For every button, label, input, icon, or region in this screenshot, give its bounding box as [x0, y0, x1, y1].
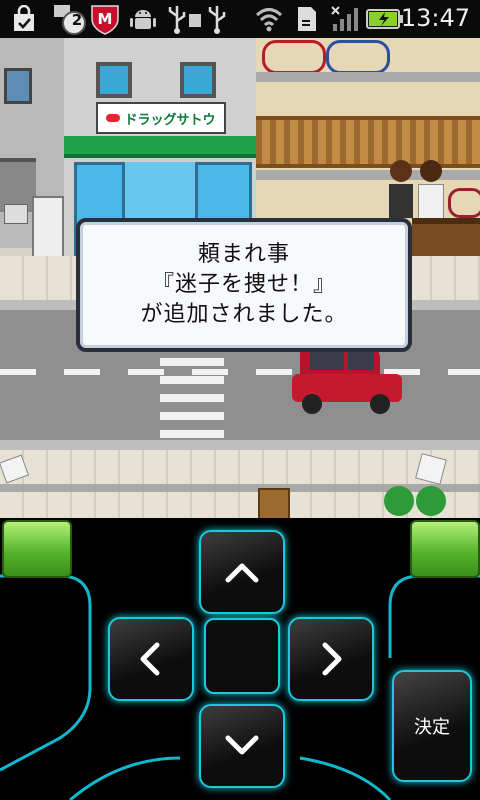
window	[4, 68, 32, 104]
bicycle-blue	[326, 40, 390, 74]
dpad-up-button[interactable]	[199, 530, 285, 614]
capsule-icon	[106, 114, 121, 122]
character-npc[interactable]	[418, 160, 444, 220]
shopping-bag-icon	[10, 4, 38, 34]
guard-rail	[256, 72, 480, 82]
dpad-down-button[interactable]	[199, 704, 285, 788]
right-arrow-icon	[322, 642, 342, 676]
wooden-fence	[256, 116, 480, 168]
usb-icon	[166, 4, 188, 34]
signal-icon	[330, 4, 360, 34]
right-shoulder-button[interactable]	[410, 520, 480, 578]
shop-sign-text: ドラッグサトウ	[124, 112, 216, 128]
notification-count: 2	[71, 11, 83, 29]
android-debug-icon	[128, 4, 158, 34]
dpad-left-button[interactable]	[108, 617, 194, 701]
down-arrow-icon	[225, 735, 259, 755]
window	[180, 62, 216, 98]
virtual-controller: 決定	[0, 518, 480, 800]
up-arrow-icon	[225, 563, 259, 583]
svg-text:M: M	[98, 10, 113, 28]
lane-marking	[0, 369, 480, 375]
guard-rail	[256, 170, 480, 180]
dialog-line-3: が追加されました。	[140, 302, 348, 327]
curb	[0, 440, 480, 450]
character-npc[interactable]	[388, 160, 414, 220]
bicycle	[448, 188, 480, 218]
sign-board	[4, 204, 28, 224]
dpad-right-button[interactable]	[288, 617, 374, 701]
clock: 13:47	[400, 4, 470, 32]
vending-machine	[32, 196, 64, 260]
wooden-box	[258, 488, 290, 518]
battery-charging-icon	[366, 4, 404, 34]
decide-button-label: 決定	[414, 717, 450, 738]
shrub	[384, 486, 414, 516]
dialog-line-1: 頼まれ事	[197, 242, 290, 267]
dialog-line-2: 『迷子を捜せ！』	[151, 272, 336, 297]
usb-connected-icon	[206, 4, 228, 34]
usb-storage-icon	[188, 4, 202, 34]
dpad-center	[204, 618, 280, 694]
drugstore-sign: ドラッグサトウ	[96, 102, 226, 134]
bicycle-red	[262, 40, 326, 74]
window	[96, 62, 132, 98]
decide-button[interactable]: 決定	[392, 670, 472, 782]
game-scene[interactable]: ドラッグサトウ 頼まれ事 『迷子を捜せ！』 が追加されました。	[0, 38, 480, 518]
red-car[interactable]	[292, 344, 402, 414]
status-bar: 2 M 13:47	[0, 0, 480, 38]
message-dialog[interactable]: 頼まれ事 『迷子を捜せ！』 が追加されました。	[76, 218, 412, 352]
store-awning	[64, 136, 256, 158]
shrub	[416, 486, 446, 516]
left-shoulder-button[interactable]	[2, 520, 72, 578]
wifi-icon	[254, 4, 284, 34]
mcafee-icon: M	[88, 4, 122, 35]
sd-card-icon	[294, 4, 320, 34]
left-arrow-icon	[140, 642, 160, 676]
